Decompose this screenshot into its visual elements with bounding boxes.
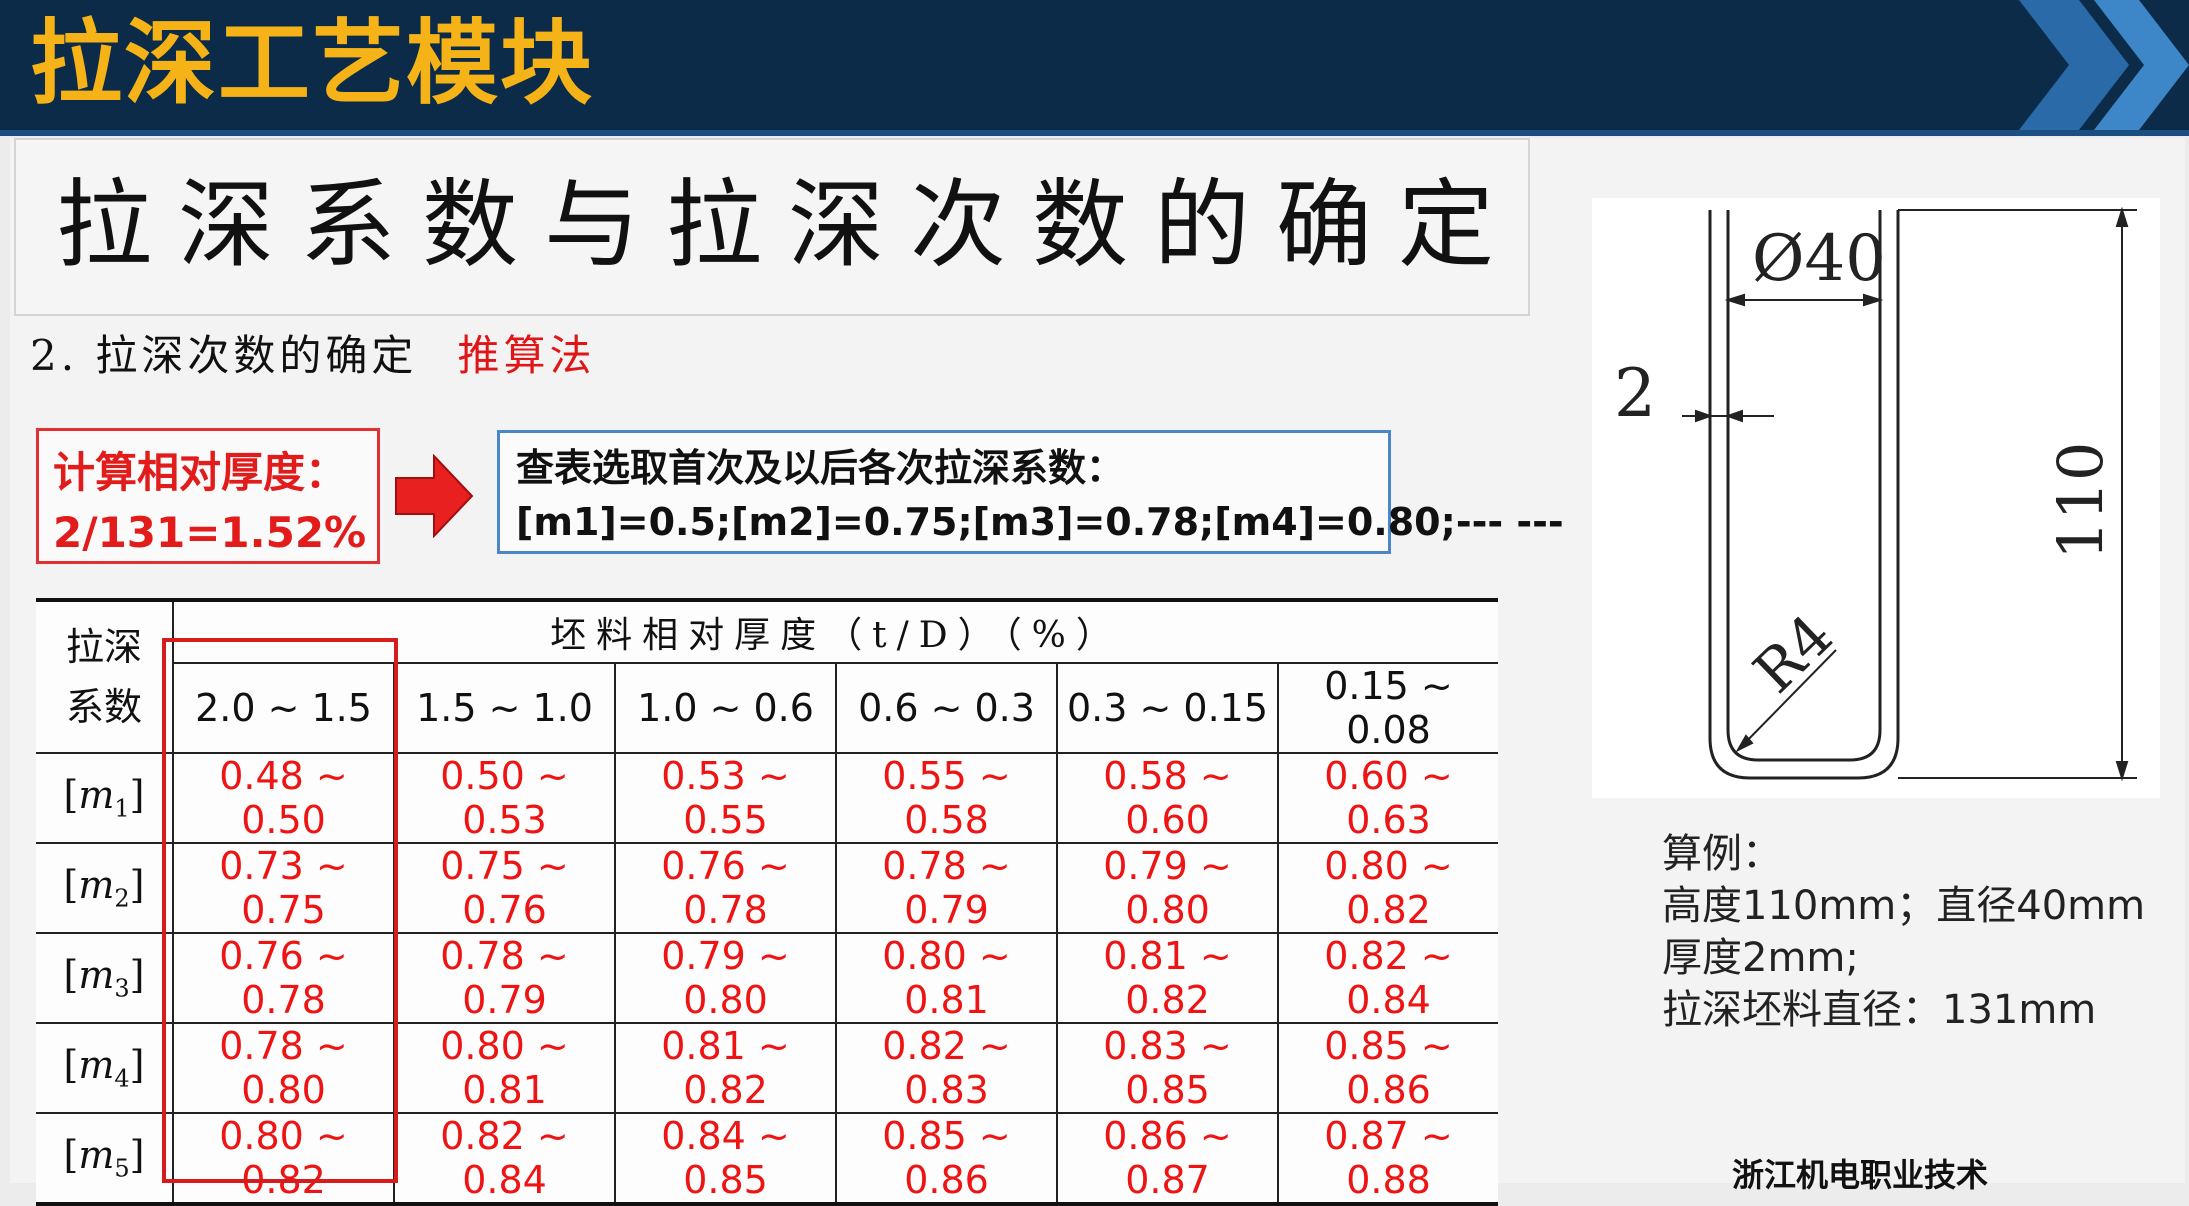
arrow-right-icon (395, 454, 474, 538)
method-label: 推算法 (457, 331, 596, 380)
corner-line-2: 系数 (65, 685, 142, 729)
table-cell: 0.78 ~ 0.79 (393, 932, 616, 1024)
lookup-line-1: 查表选取首次及以后各次拉深系数： (516, 446, 1125, 490)
table-cell: 0.84 ~ 0.85 (614, 1112, 837, 1205)
table-cell: 0.87 ~ 0.88 (1277, 1112, 1498, 1205)
footer-logo-text: 浙江机电职业技术 (1732, 1156, 1989, 1194)
table-cell: 0.60 ~ 0.63 (1277, 752, 1498, 844)
table-cell: 0.80 ~ 0.81 (393, 1022, 616, 1114)
section-label: 2. 拉深次数的确定 (30, 331, 418, 380)
row-label: [m1] (36, 752, 174, 844)
header-stripe (0, 130, 2189, 136)
column-header: 0.6 ~ 0.3 (835, 662, 1058, 754)
row-symbol: m (78, 1043, 115, 1088)
table-cell: 0.85 ~ 0.86 (1277, 1022, 1498, 1114)
header-banner: 拉深工艺模块 (0, 0, 2189, 130)
diameter-label: Ø40 (1752, 222, 1886, 296)
column-header: 1.5 ~ 1.0 (393, 662, 616, 754)
thickness-label: 2 (1614, 355, 1656, 432)
column-header-row: 2.0 ~ 1.5 1.5 ~ 1.0 1.0 ~ 0.6 0.6 ~ 0.3 0.3 … (36, 662, 1498, 754)
table-cell: 0.76 ~ 0.78 (172, 932, 395, 1024)
row-subscript: 5 (114, 1154, 130, 1183)
row-label: [m5] (36, 1112, 174, 1205)
table-cell: 0.79 ~ 0.80 (1056, 842, 1279, 934)
drawing-coefficient-table: 拉深 系数 坯料相对厚度（t/D）（%） 2.0 ~ 1.5 1.5 ~ 1.0 1… (36, 598, 1498, 1206)
table-cell: 0.81 ~ 0.82 (1056, 932, 1279, 1024)
corner-line-1: 拉深 (65, 625, 142, 669)
row-subscript: 4 (114, 1064, 130, 1093)
table-cell: 0.80 ~ 0.81 (835, 932, 1058, 1024)
table-cell: 0.75 ~ 0.76 (393, 842, 616, 934)
table-cell: 0.76 ~ 0.78 (614, 842, 837, 934)
table-cell: 0.80 ~ 0.82 (1277, 842, 1498, 934)
table-cell: 0.48 ~ 0.50 (172, 752, 395, 844)
table-row: [m4] 0.78 ~ 0.80 0.80 ~ 0.81 0.81 ~ 0.82 0.8… (36, 1022, 1498, 1114)
column-header: 0.3 ~ 0.15 (1056, 662, 1279, 754)
chevron-right-icon (2019, 0, 2189, 130)
row-subscript: 1 (114, 794, 130, 823)
table-cell: 0.82 ~ 0.84 (1277, 932, 1498, 1024)
table-cell: 0.82 ~ 0.83 (835, 1022, 1058, 1114)
row-symbol: m (78, 773, 115, 818)
footer-logo: 浙江机电职业技术 (1732, 1150, 1988, 1196)
worked-example: 算例： 高度110mm；直径40mm 厚度2mm; 拉深坯料直径：131mm (1662, 828, 2145, 1036)
calc-line-1: 计算相对厚度： (53, 448, 348, 497)
table-row: [m5] 0.80 ~ 0.82 0.82 ~ 0.84 0.84 ~ 0.85 0.8… (36, 1112, 1498, 1205)
calc-line-2: 2/131=1.52% (53, 508, 367, 557)
column-header: 0.15 ~ 0.08 (1277, 662, 1498, 754)
relative-thickness-box: 计算相对厚度： 2/131=1.52% (36, 428, 380, 564)
coefficient-lookup-box: 查表选取首次及以后各次拉深系数： [m1]=0.5;[m2]=0.75;[m3]… (497, 430, 1564, 554)
row-label: [m2] (36, 842, 174, 934)
cup-drawing: Ø40 2 110 R4 (1592, 198, 2160, 798)
table-row: [m3] 0.76 ~ 0.78 0.78 ~ 0.79 0.79 ~ 0.80 0.8… (36, 932, 1498, 1024)
lookup-line-2: [m1]=0.5;[m2]=0.75;[m3]=0.78;[m4]=0.80;-… (516, 500, 1564, 544)
example-label: 算例： (1662, 831, 1782, 877)
row-symbol: m (78, 863, 115, 908)
row-label: [m3] (36, 932, 174, 1024)
section-heading: 2. 拉深次数的确定 推算法 (30, 322, 595, 383)
row-symbol: m (78, 1133, 115, 1178)
table-cell: 0.55 ~ 0.58 (835, 752, 1058, 844)
table-cell: 0.79 ~ 0.80 (614, 932, 837, 1024)
example-line-2: 厚度2mm; (1662, 935, 1859, 981)
table-cell: 0.58 ~ 0.60 (1056, 752, 1279, 844)
table-row: [m1] 0.48 ~ 0.50 0.50 ~ 0.53 0.53 ~ 0.55 0.5… (36, 752, 1498, 844)
table-row: [m2] 0.73 ~ 0.75 0.75 ~ 0.76 0.76 ~ 0.78 0.7… (36, 842, 1498, 934)
row-label: [m4] (36, 1022, 174, 1114)
table-cell: 0.81 ~ 0.82 (614, 1022, 837, 1114)
table-cell: 0.80 ~ 0.82 (172, 1112, 395, 1205)
table-cell: 0.78 ~ 0.79 (835, 842, 1058, 934)
table-corner-header: 拉深 系数 (36, 599, 174, 754)
example-line-3: 拉深坯料直径：131mm (1662, 987, 2097, 1033)
group-header: 坯料相对厚度（t/D）（%） (172, 599, 1498, 664)
table-cell: 0.86 ~ 0.87 (1056, 1112, 1279, 1205)
table-cell: 0.78 ~ 0.80 (172, 1022, 395, 1114)
table-cell: 0.85 ~ 0.86 (835, 1112, 1058, 1205)
table-cell: 0.50 ~ 0.53 (393, 752, 616, 844)
row-symbol: m (78, 953, 115, 998)
column-header: 2.0 ~ 1.5 (173, 662, 395, 754)
column-header: 1.0 ~ 0.6 (614, 662, 837, 754)
module-title: 拉深工艺模块 (30, 10, 595, 117)
table-cell: 0.73 ~ 0.75 (172, 842, 395, 934)
slide-title: 拉深系数与拉深次数的确定 (56, 169, 1520, 281)
row-subscript: 2 (114, 884, 130, 913)
radius-label: R4 (1740, 601, 1845, 706)
row-subscript: 3 (114, 974, 130, 1003)
height-label: 110 (2044, 442, 2117, 560)
example-line-1: 高度110mm；直径40mm (1662, 883, 2146, 929)
table-cell: 0.53 ~ 0.55 (614, 752, 837, 844)
table-cell: 0.82 ~ 0.84 (393, 1112, 616, 1205)
table-cell: 0.83 ~ 0.85 (1056, 1022, 1279, 1114)
